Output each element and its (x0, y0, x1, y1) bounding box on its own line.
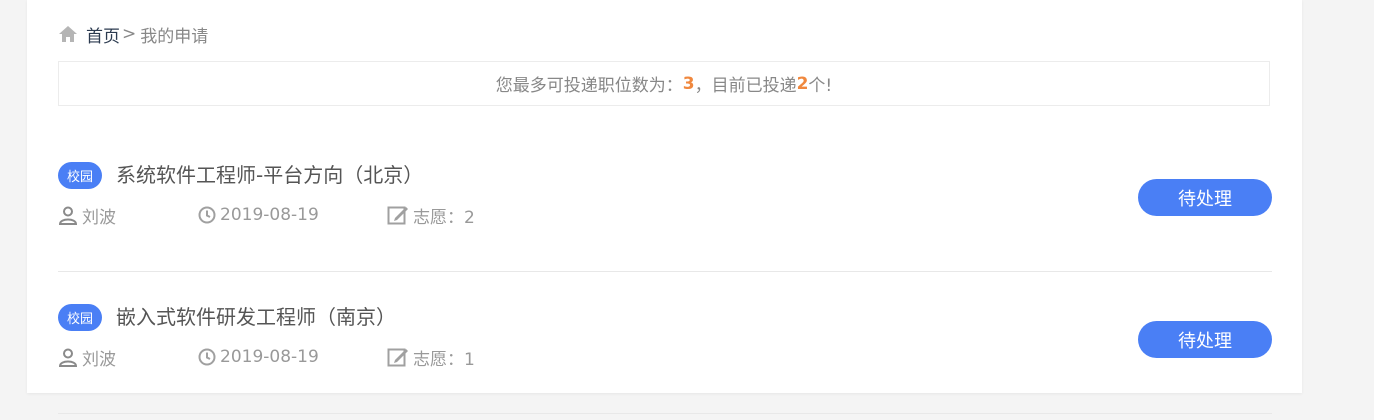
clock-icon (198, 206, 216, 224)
campus-tag: 校园 (58, 162, 102, 189)
breadcrumb: 首页 > 我的申请 (58, 22, 209, 47)
application-item: 校园 系统软件工程师-平台方向（北京） 刘波 2019-08-19 志愿：2 待… (58, 162, 1272, 272)
preference-meta: 志愿：1 (387, 345, 475, 370)
user-icon (58, 206, 78, 225)
notice-applied-count: 2 (796, 73, 809, 94)
status-button-pending[interactable]: 待处理 (1138, 321, 1272, 358)
job-title-link[interactable]: 嵌入式软件研发工程师（南京） (116, 303, 396, 331)
application-item: 校园 嵌入式软件研发工程师（南京） 刘波 2019-08-19 志愿：1 待处理 (58, 304, 1272, 414)
campus-tag: 校园 (58, 304, 102, 331)
date-meta: 2019-08-19 (198, 345, 319, 369)
applicant-name: 刘波 (82, 349, 116, 370)
applicant-meta: 刘波 (58, 203, 116, 228)
user-icon (58, 348, 78, 367)
status-button-pending[interactable]: 待处理 (1138, 179, 1272, 216)
date-meta: 2019-08-19 (198, 203, 319, 227)
breadcrumb-separator: > (122, 24, 137, 44)
preference-meta: 志愿：2 (387, 203, 475, 228)
notice-suffix: 个! (808, 76, 833, 96)
application-date: 2019-08-19 (220, 205, 319, 225)
preference-rank: 志愿：1 (413, 349, 475, 370)
notice-prefix: 您最多可投递职位数为： (495, 76, 683, 96)
notice-middle: ，目前已投递 (694, 76, 797, 96)
preference-rank: 志愿：2 (413, 207, 475, 228)
applicant-name: 刘波 (82, 207, 116, 228)
edit-icon (387, 348, 408, 367)
breadcrumb-current: 我的申请 (140, 26, 209, 47)
edit-icon (387, 206, 408, 225)
clock-icon (198, 348, 216, 366)
application-date: 2019-08-19 (220, 347, 319, 367)
applicant-meta: 刘波 (58, 345, 116, 370)
application-limit-notice: 您最多可投递职位数为： 3 ，目前已投递 2 个! (58, 61, 1270, 106)
breadcrumb-home-link[interactable]: 首页 (86, 22, 120, 47)
home-icon (59, 26, 77, 42)
notice-max-count: 3 (682, 73, 695, 94)
job-title-link[interactable]: 系统软件工程师-平台方向（北京） (116, 161, 423, 189)
